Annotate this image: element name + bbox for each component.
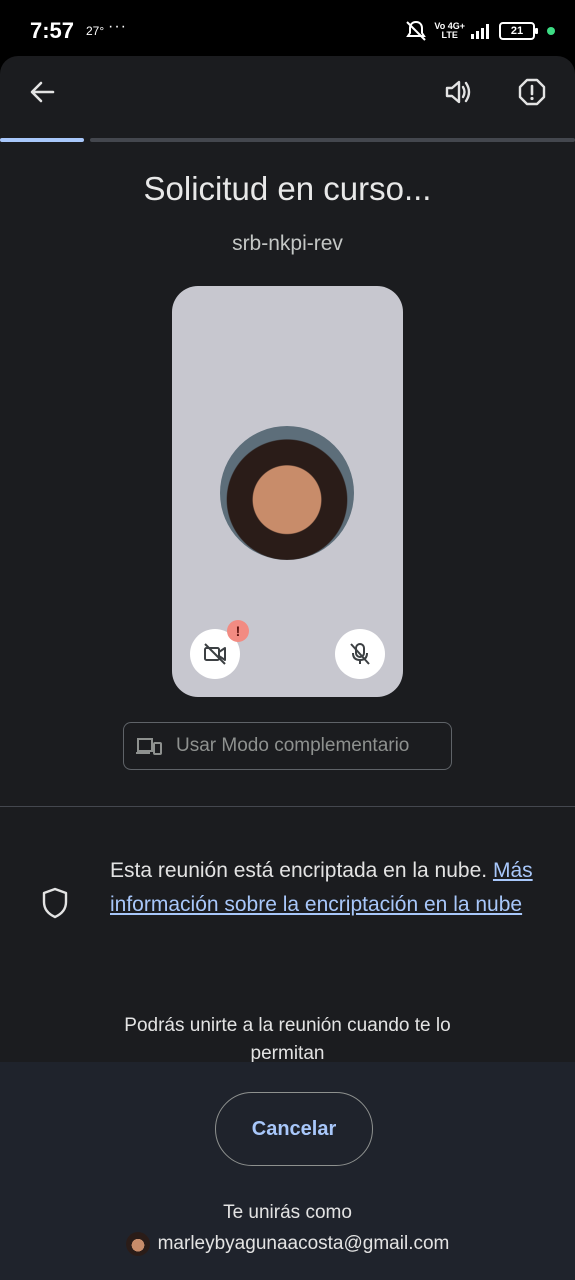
cancel-button[interactable]: Cancelar <box>215 1092 373 1166</box>
progress-indicator <box>0 138 575 143</box>
network-indicator: Vo 4G+ LTE <box>434 22 465 40</box>
mic-toggle-button[interactable] <box>335 629 385 679</box>
encryption-notice: Esta reunión está encriptada en la nube.… <box>110 854 550 922</box>
status-indicators: Vo 4G+ LTE 21 <box>404 20 555 42</box>
encryption-text: Esta reunión está encriptada en la nube. <box>110 859 488 882</box>
bottom-sheet: Cancelar Te unirás como marleybyagunaaco… <box>0 1062 575 1280</box>
account-avatar <box>125 1232 150 1256</box>
section-divider <box>0 806 575 807</box>
status-time: 7:57 <box>30 18 75 43</box>
privacy-dot-icon <box>547 27 555 35</box>
companion-mode-button[interactable]: Usar Modo complementario <box>123 722 452 770</box>
network-bottom-label: LTE <box>441 30 458 40</box>
page-title: Solicitud en curso... <box>143 170 432 207</box>
avatar <box>220 426 354 560</box>
volume-icon <box>445 80 471 104</box>
mute-bell-icon <box>406 20 427 41</box>
account-email: marleybyagunaacosta@gmail.com <box>157 1233 450 1254</box>
devices-icon <box>136 738 162 755</box>
report-button[interactable] <box>508 68 556 116</box>
meeting-code: srb-nkpi-rev <box>232 232 343 255</box>
status-temperature: 27° <box>86 24 105 38</box>
join-as-label: Te unirás como <box>223 1202 352 1223</box>
arrow-left-icon <box>30 81 55 103</box>
status-bar: 7:57 27° ··· Vo 4G+ LTE 21 <box>0 0 575 62</box>
top-app-bar <box>0 56 575 132</box>
camera-off-icon <box>204 643 226 665</box>
battery-icon: 21 <box>499 22 538 40</box>
progress-fill <box>0 138 84 142</box>
self-preview: ! <box>172 286 403 697</box>
waiting-message: Podrás unirte a la reunión cuando te lo … <box>124 1015 451 1064</box>
shield-icon <box>42 887 68 919</box>
back-button[interactable] <box>18 68 66 116</box>
progress-track <box>90 138 575 142</box>
account-row: marleybyagunaacosta@gmail.com <box>0 1232 575 1256</box>
report-icon <box>518 78 546 106</box>
companion-mode-label: Usar Modo complementario <box>176 735 410 756</box>
status-more-icon: ··· <box>108 18 127 35</box>
mic-off-icon <box>350 643 370 665</box>
camera-alert-badge: ! <box>227 620 249 642</box>
speaker-button[interactable] <box>434 68 482 116</box>
signal-icon <box>471 24 489 39</box>
app-window: Solicitud en curso... srb-nkpi-rev ! Usa… <box>0 56 575 1280</box>
